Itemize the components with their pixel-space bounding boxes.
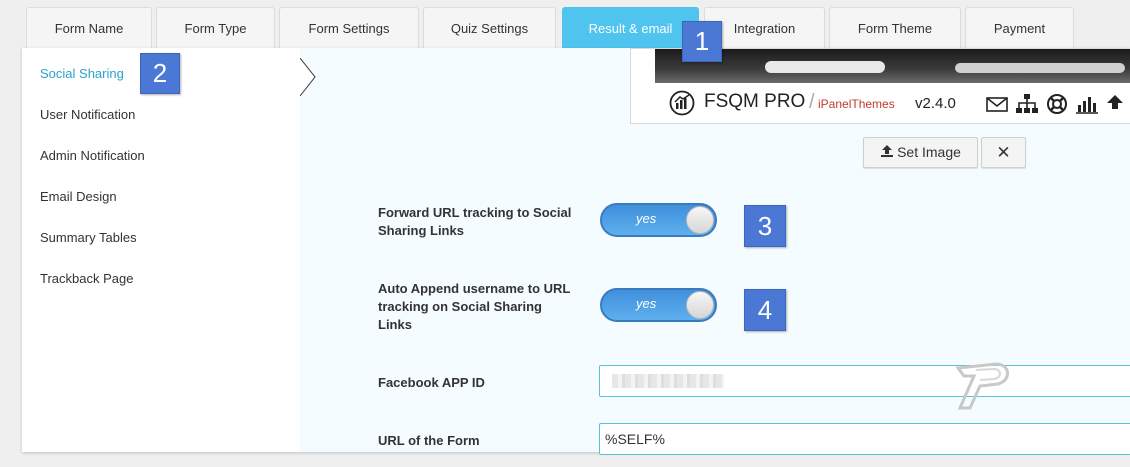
brand-logo-icon (669, 90, 695, 116)
callout-badge-2: 2 (140, 53, 180, 94)
brand-name: FSQM PRO (704, 91, 806, 112)
preview-banner (655, 49, 1130, 83)
toggle-knob (686, 291, 714, 319)
toggle-knob (686, 206, 714, 234)
tab-quiz-settings[interactable]: Quiz Settings (423, 7, 556, 48)
watermark-logo (955, 362, 1009, 410)
form-url-label: URL of the Form (378, 433, 480, 448)
brand-separator: / (809, 91, 815, 113)
upload-icon (1107, 95, 1123, 109)
sidebar-item-admin-notification[interactable]: Admin Notification (40, 148, 145, 163)
sidebar: Social Sharing User Notification Admin N… (22, 48, 300, 452)
close-icon: ✕ (996, 143, 1011, 162)
forward-tracking-label: Forward URL tracking to Social Sharing L… (378, 205, 572, 238)
tab-form-name[interactable]: Form Name (26, 7, 152, 48)
bar-chart-icon (1076, 97, 1098, 114)
toggle-state-text: yes (636, 211, 657, 226)
preview-shape (765, 61, 885, 73)
sidebar-item-user-notification[interactable]: User Notification (40, 107, 135, 122)
tab-form-type[interactable]: Form Type (156, 7, 275, 48)
tab-payment[interactable]: Payment (965, 7, 1074, 48)
lifebuoy-icon (1047, 94, 1067, 114)
auto-append-label: Auto Append username to URL tracking on … (378, 281, 571, 332)
redacted-value (612, 374, 724, 388)
toggle-state-text: yes (636, 296, 657, 311)
envelope-icon (986, 97, 1008, 112)
form-url-input[interactable] (599, 423, 1130, 455)
tab-integration[interactable]: Integration (704, 7, 825, 48)
sidebar-item-trackback-page[interactable]: Trackback Page (40, 271, 133, 286)
sidebar-item-email-design[interactable]: Email Design (40, 189, 117, 204)
sidebar-item-social-sharing[interactable]: Social Sharing (40, 66, 124, 81)
set-image-button[interactable]: Set Image (863, 137, 978, 168)
auto-append-toggle[interactable]: yes (600, 288, 717, 322)
tab-result-email[interactable]: Result & email (562, 7, 699, 48)
sidebar-item-summary-tables[interactable]: Summary Tables (40, 230, 137, 245)
preview-shape (955, 63, 1125, 73)
facebook-app-id-label: Facebook APP ID (378, 375, 485, 390)
preview-brand-bar: FSQM PRO / iPanelThemes v2.4.0 (655, 85, 1130, 123)
set-image-label: Set Image (897, 144, 961, 160)
upload-icon (880, 139, 894, 168)
brand-version: v2.4.0 (915, 95, 956, 112)
forward-tracking-toggle[interactable]: yes (600, 203, 717, 237)
tab-form-settings[interactable]: Form Settings (279, 7, 419, 48)
callout-badge-1: 1 (682, 21, 722, 62)
brand-subtitle: iPanelThemes (818, 97, 895, 111)
remove-image-button[interactable]: ✕ (981, 137, 1026, 168)
callout-badge-3: 3 (744, 205, 786, 247)
sitemap-icon (1016, 94, 1038, 113)
tab-form-theme[interactable]: Form Theme (829, 7, 961, 48)
callout-badge-4: 4 (744, 289, 786, 331)
tab-bar: Form Name Form Type Form Settings Quiz S… (0, 0, 1130, 48)
active-item-caret (300, 58, 316, 97)
